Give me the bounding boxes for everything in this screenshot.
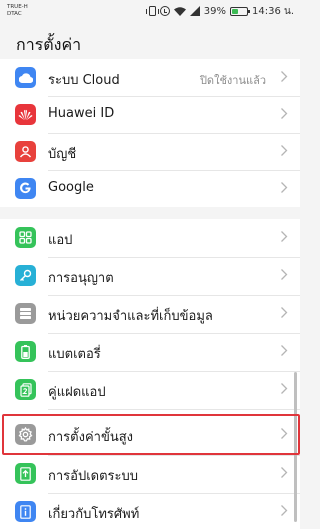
settings-item-storage[interactable]: หน่วยความจำและที่เก็บข้อมูล — [0, 295, 300, 332]
settings-item-accounts[interactable]: บัญชี — [0, 133, 300, 170]
settings-item-label: Google — [48, 180, 94, 195]
chevron-right-icon — [280, 504, 288, 517]
account-icon — [15, 141, 36, 162]
settings-item-label: คู่แฝดแอป — [48, 385, 106, 400]
storage-icon — [15, 303, 36, 324]
settings-item-apps[interactable]: แอป — [0, 219, 300, 256]
settings-item-label: หน่วยความจำและที่เก็บข้อมูล — [48, 309, 213, 324]
app-twin-icon — [15, 379, 36, 400]
settings-item-huawei-id[interactable]: Huawei ID — [0, 96, 300, 133]
settings-item-label: การอนุญาต — [48, 271, 114, 286]
status-bar: TRUE-H DTAC 39% 14:36 น. — [0, 0, 300, 22]
chevron-right-icon — [280, 107, 288, 120]
chevron-right-icon — [280, 181, 288, 194]
battery-icon — [15, 341, 36, 362]
google-icon — [15, 178, 36, 199]
settings-item-about-phone[interactable]: เกี่ยวกับโทรศัพท์ — [0, 493, 300, 529]
chevron-right-icon — [280, 306, 288, 319]
chevron-right-icon — [280, 144, 288, 157]
battery-percent: 39% — [203, 5, 226, 17]
settings-item-label: เกี่ยวกับโทรศัพท์ — [48, 507, 140, 522]
settings-group-accounts: ระบบ Cloud ปิดใช้งานแล้ว Huawei ID บัญชี… — [0, 59, 300, 207]
battery-status-icon — [229, 6, 250, 16]
settings-item-battery[interactable]: แบตเตอรี่ — [0, 333, 300, 370]
scrollbar[interactable] — [294, 372, 297, 522]
settings-item-label: การตั้งค่าขั้นสูง — [48, 430, 133, 445]
alarm-icon — [159, 6, 170, 16]
page-title: การตั้งค่า — [16, 35, 82, 54]
settings-item-permissions[interactable]: การอนุญาต — [0, 257, 300, 294]
carrier-label-2: DTAC — [7, 11, 22, 17]
clock: 14:36 น. — [251, 5, 294, 17]
chevron-right-icon — [280, 344, 288, 357]
apps-icon — [15, 227, 36, 248]
chevron-right-icon — [280, 230, 288, 243]
info-icon — [15, 501, 36, 522]
settings-item-label: บัญชี — [48, 147, 77, 162]
vibrate-icon — [145, 6, 159, 16]
settings-item-label: แบตเตอรี่ — [48, 347, 101, 362]
settings-item-system-update[interactable]: การอัปเดตระบบ — [0, 455, 300, 492]
wifi-icon — [173, 6, 186, 16]
settings-item-label: การอัปเดตระบบ — [48, 469, 139, 484]
gear-icon — [15, 424, 36, 445]
settings-item-label: แอป — [48, 233, 73, 248]
settings-group-device: แอป การอนุญาต หน่วยความจำและที่เก็บข้อมู… — [0, 219, 300, 529]
chevron-right-icon — [280, 427, 288, 440]
settings-item-label: ระบบ Cloud — [48, 73, 120, 88]
update-icon — [15, 463, 36, 484]
settings-item-cloud[interactable]: ระบบ Cloud ปิดใช้งานแล้ว — [0, 59, 300, 96]
settings-item-advanced-settings[interactable]: การตั้งค่าขั้นสูง — [0, 416, 300, 453]
cloud-icon — [15, 67, 36, 88]
signal-icon — [189, 6, 200, 16]
carrier-label-1: TRUE-H — [7, 4, 28, 10]
settings-item-value: ปิดใช้งานแล้ว — [199, 74, 266, 87]
chevron-right-icon — [280, 382, 288, 395]
settings-item-google[interactable]: Google — [0, 170, 300, 207]
chevron-right-icon — [280, 70, 288, 83]
chevron-right-icon — [280, 466, 288, 479]
key-icon — [15, 265, 36, 286]
huawei-logo-icon — [15, 104, 36, 125]
chevron-right-icon — [280, 268, 288, 281]
settings-item-label: Huawei ID — [48, 106, 115, 121]
settings-item-app-twin[interactable]: คู่แฝดแอป — [0, 371, 300, 408]
